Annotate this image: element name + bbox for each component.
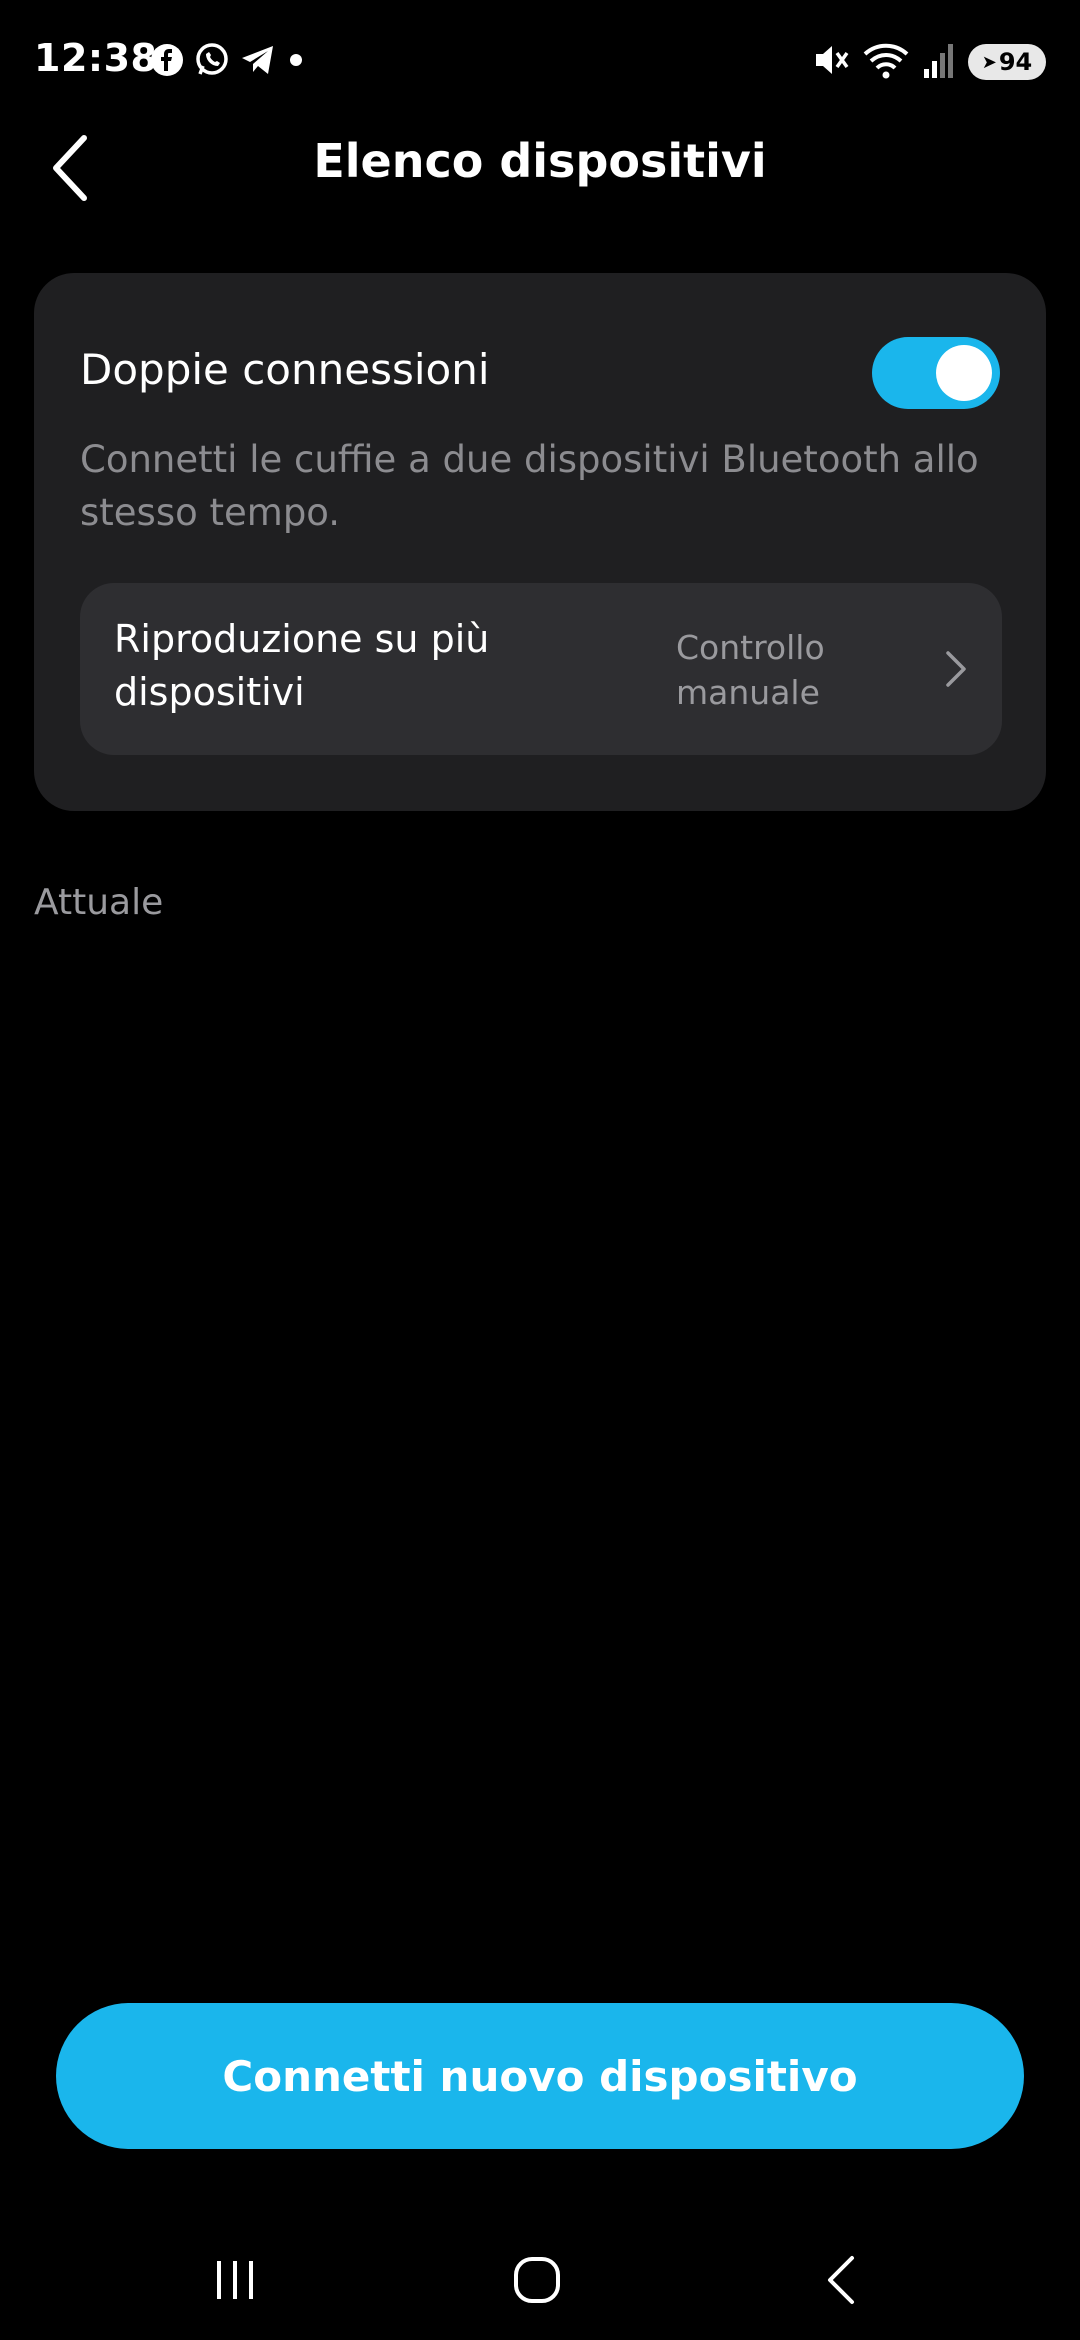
home-button[interactable] xyxy=(487,2240,587,2320)
connect-new-device-button[interactable]: Connetti nuovo dispositivo xyxy=(56,2003,1024,2149)
facebook-icon xyxy=(150,43,184,81)
battery-level: 94 xyxy=(998,48,1033,76)
dot-icon xyxy=(286,50,306,74)
multi-device-playback-row[interactable]: Riproduzione su più dispositivi Controll… xyxy=(80,583,1002,755)
dual-connection-description: Connetti le cuffie a due dispositivi Blu… xyxy=(80,438,979,534)
mute-icon xyxy=(812,41,850,83)
dual-connection-title: Doppie connessioni xyxy=(80,345,490,394)
dual-connection-toggle[interactable] xyxy=(872,337,1000,409)
navigation-bar xyxy=(0,2220,1080,2340)
status-time: 12:38 xyxy=(34,36,158,80)
status-bar: 12:38 ➤ 94 xyxy=(0,0,1080,120)
chevron-right-icon xyxy=(936,649,976,689)
telegram-icon xyxy=(240,43,276,81)
notification-icons xyxy=(150,42,306,82)
battery-icon: ➤ 94 xyxy=(968,44,1046,80)
whatsapp-icon xyxy=(194,42,230,82)
system-icons: ➤ 94 xyxy=(812,40,1046,84)
signal-icon xyxy=(922,41,956,83)
page-title: Elenco dispositivi xyxy=(313,134,767,188)
back-icon xyxy=(828,2256,854,2304)
wifi-icon xyxy=(862,40,910,84)
recent-apps-button[interactable] xyxy=(185,2240,285,2320)
current-section-label: Attuale xyxy=(34,882,164,923)
recent-apps-icon xyxy=(217,2261,253,2299)
system-back-button[interactable] xyxy=(790,2240,890,2320)
home-icon xyxy=(514,2257,560,2303)
multi-device-playback-label: Riproduzione su più dispositivi xyxy=(114,617,490,714)
multi-device-playback-value: Controllo manuale xyxy=(676,628,825,712)
dual-connection-card: Doppie connessioni Connetti le cuffie a … xyxy=(34,273,1046,811)
toggle-knob xyxy=(936,345,992,401)
header: Elenco dispositivi xyxy=(0,120,1080,216)
battery-saver-icon: ➤ xyxy=(981,51,997,73)
